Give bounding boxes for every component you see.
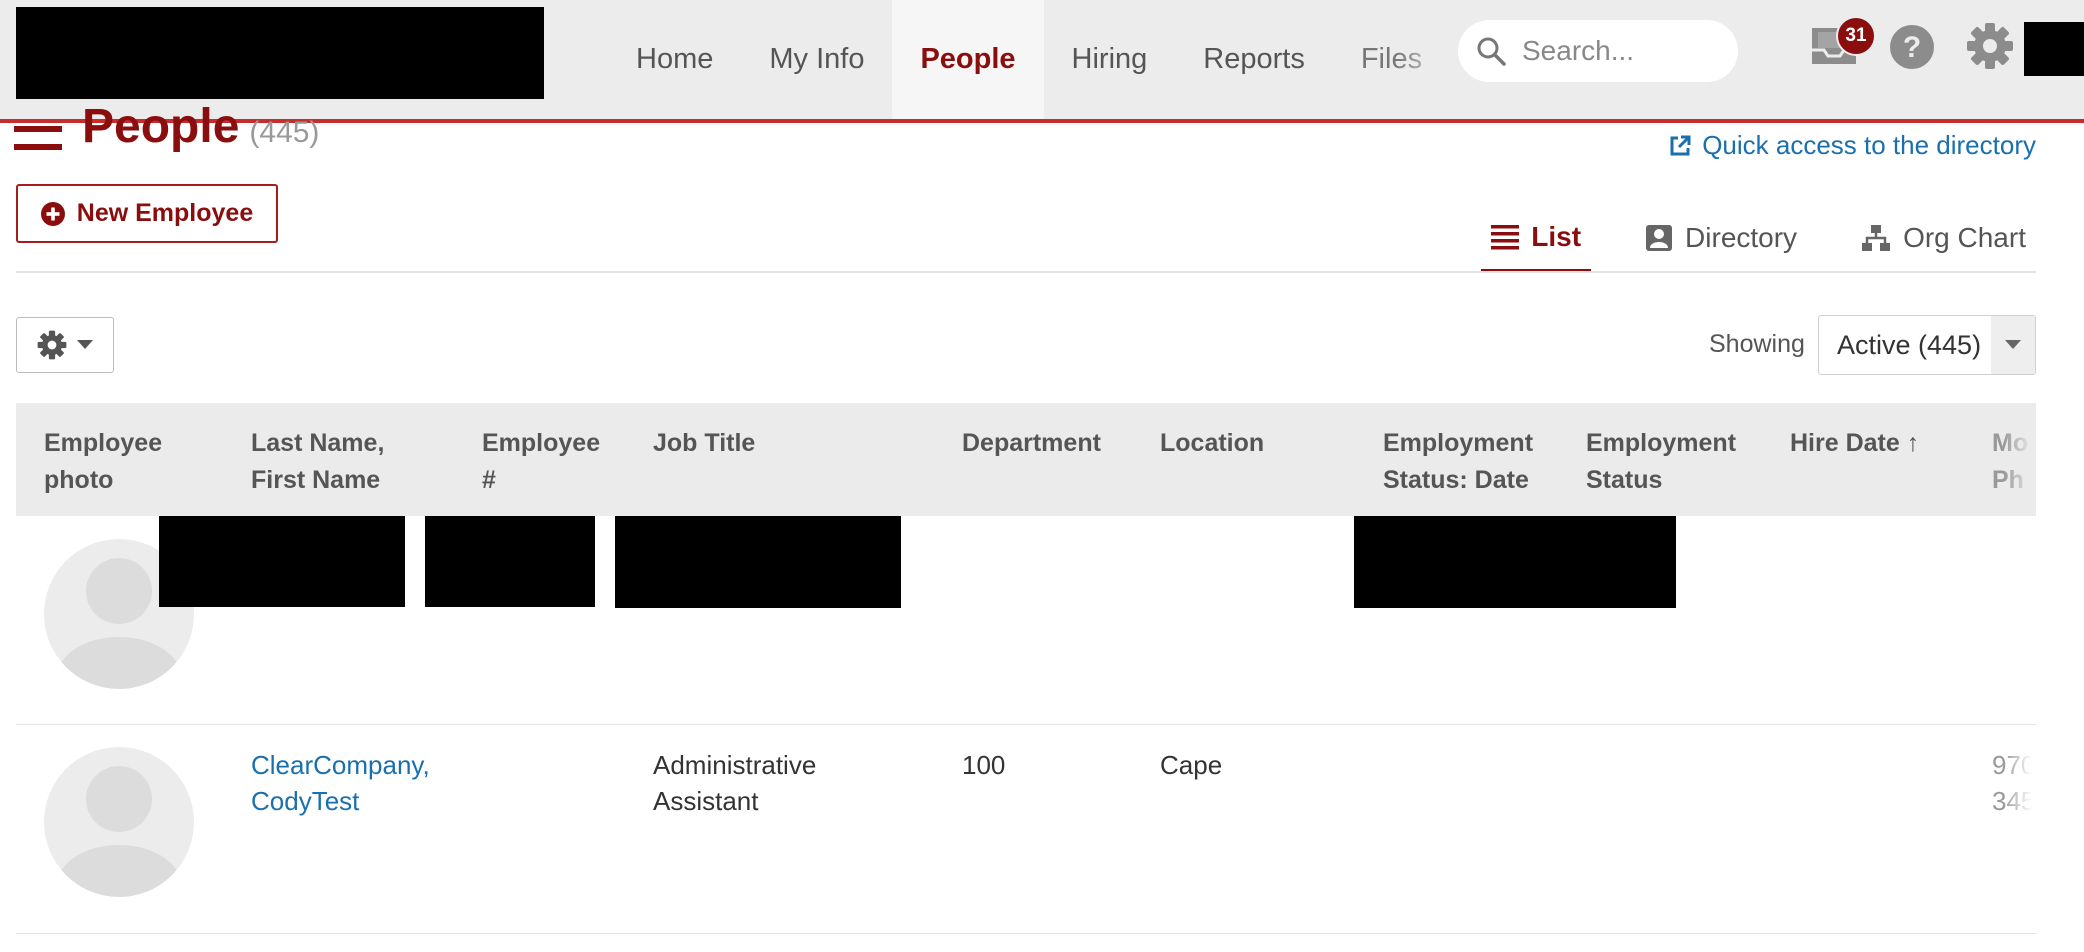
gear-icon — [37, 330, 67, 360]
inbox-count-badge: 31 — [1836, 16, 1876, 56]
col-label-line1: Hire Date ↑ — [1790, 429, 1920, 457]
phone-line2: 345 — [1992, 786, 2032, 816]
redacted-name — [159, 516, 405, 607]
nav-people[interactable]: People — [892, 0, 1044, 119]
showing-label: Showing — [1709, 330, 1805, 358]
header-divider — [16, 271, 2036, 273]
tab-org-chart[interactable]: Org Chart — [1851, 204, 2036, 272]
user-avatar-redacted[interactable] — [2024, 22, 2084, 76]
new-employee-label: New Employee — [76, 199, 254, 227]
job-line2: Assistant — [653, 786, 759, 816]
col-employee-photo[interactable]: Employee photo — [44, 425, 162, 499]
col-label-line2: Ph — [1992, 466, 2024, 494]
job-title-cell: Administrative Assistant — [653, 747, 816, 819]
org-chart-icon — [1862, 225, 1891, 251]
redacted-job-title — [615, 516, 901, 608]
col-label-line1: Employment — [1586, 429, 1737, 457]
settings-gear-icon[interactable] — [1966, 22, 2014, 70]
svg-text:?: ? — [1903, 31, 1921, 64]
directory-icon — [1646, 225, 1673, 251]
nav-files[interactable]: Files — [1333, 0, 1450, 119]
table-settings-button[interactable] — [16, 317, 114, 373]
col-label-line2: Status: Date — [1383, 466, 1529, 494]
employee-count: (445) — [249, 116, 320, 149]
location-cell: Cape — [1160, 750, 1223, 780]
quick-access-label: Quick access to the directory — [1702, 130, 2036, 160]
col-employment-status-date[interactable]: Employment Status: Date — [1383, 425, 1533, 499]
col-label-line1: Mo — [1992, 429, 2029, 457]
col-label-line1: Employee — [482, 429, 601, 457]
col-label-line2: # — [482, 466, 496, 494]
col-label-line1: Employment — [1383, 429, 1534, 457]
col-employment-status[interactable]: Employment Status — [1586, 425, 1736, 499]
col-label-line1: Department — [962, 429, 1101, 457]
tab-org-chart-label: Org Chart — [1903, 222, 2026, 253]
col-job-title[interactable]: Job Title — [653, 425, 755, 462]
col-label-line1: Employee — [44, 429, 163, 457]
col-label-line2: photo — [44, 466, 114, 494]
caret-down-icon — [77, 340, 93, 349]
view-tabs: List Directory Org Chart — [1437, 204, 2036, 272]
col-location[interactable]: Location — [1160, 425, 1264, 462]
employee-name-link[interactable]: ClearCompany, CodyTest — [251, 747, 430, 819]
tab-list[interactable]: List — [1481, 204, 1592, 272]
search-input[interactable] — [1520, 34, 1724, 68]
tab-directory-label: Directory — [1685, 222, 1798, 253]
nav-reports[interactable]: Reports — [1175, 0, 1333, 119]
redacted-employment-status — [1354, 516, 1676, 608]
col-label-line2: Status — [1586, 466, 1663, 494]
hamburger-menu-icon[interactable] — [14, 122, 62, 152]
plus-circle-icon — [40, 201, 65, 226]
nav-my-info[interactable]: My Info — [741, 0, 892, 119]
nav-home[interactable]: Home — [608, 0, 741, 119]
col-department[interactable]: Department — [962, 425, 1101, 462]
col-label-line2: First Name — [251, 466, 381, 494]
table-row[interactable]: ClearCompany, CodyTest Administrative As… — [16, 725, 2036, 934]
search-box[interactable] — [1458, 20, 1738, 82]
page-title: People (445) — [82, 100, 319, 154]
tab-list-label: List — [1531, 220, 1582, 252]
table-header: Employee photo Last Name, First Name Emp… — [16, 403, 2036, 516]
phone-line1: 970 — [1992, 750, 2032, 780]
job-line1: Administrative — [653, 750, 817, 780]
department-cell: 100 — [962, 750, 1006, 780]
caret-down-icon — [2005, 340, 2021, 349]
status-filter-select[interactable]: Active (445) — [1818, 315, 2036, 375]
redacted-employee-number — [425, 516, 595, 607]
tab-directory[interactable]: Directory — [1635, 204, 1807, 272]
col-label-line1: Job Title — [653, 429, 756, 457]
name-line1: ClearCompany, — [251, 750, 430, 780]
col-label-line1: Location — [1160, 429, 1265, 457]
col-label-line1: Last Name, — [251, 429, 385, 457]
external-link-icon — [1670, 135, 1691, 155]
col-employee-number[interactable]: Employee # — [482, 425, 600, 499]
col-hire-date-sorted[interactable]: Hire Date ↑ — [1790, 425, 1919, 462]
col-mobile-phone[interactable]: Mo Ph — [1992, 425, 2032, 499]
select-arrow — [1991, 316, 2035, 374]
user-silhouette-icon — [57, 766, 181, 897]
page-title-text: People — [82, 100, 240, 153]
employee-photo-placeholder — [44, 747, 194, 897]
main-nav: Home My Info People Hiring Reports Files — [608, 0, 1450, 119]
mobile-phone-cell: 970 345 — [1992, 747, 2032, 819]
list-icon — [1491, 224, 1520, 249]
status-filter-value: Active (445) — [1837, 329, 1982, 360]
col-last-first-name[interactable]: Last Name, First Name — [251, 425, 384, 499]
nav-hiring[interactable]: Hiring — [1044, 0, 1176, 119]
company-logo-redacted — [16, 7, 544, 99]
new-employee-button[interactable]: New Employee — [16, 184, 278, 243]
help-icon[interactable]: ? — [1889, 24, 1935, 70]
search-icon — [1477, 37, 1506, 66]
quick-access-directory-link[interactable]: Quick access to the directory — [1668, 130, 2036, 161]
table-row[interactable] — [16, 516, 2036, 725]
name-line2: CodyTest — [251, 786, 360, 816]
